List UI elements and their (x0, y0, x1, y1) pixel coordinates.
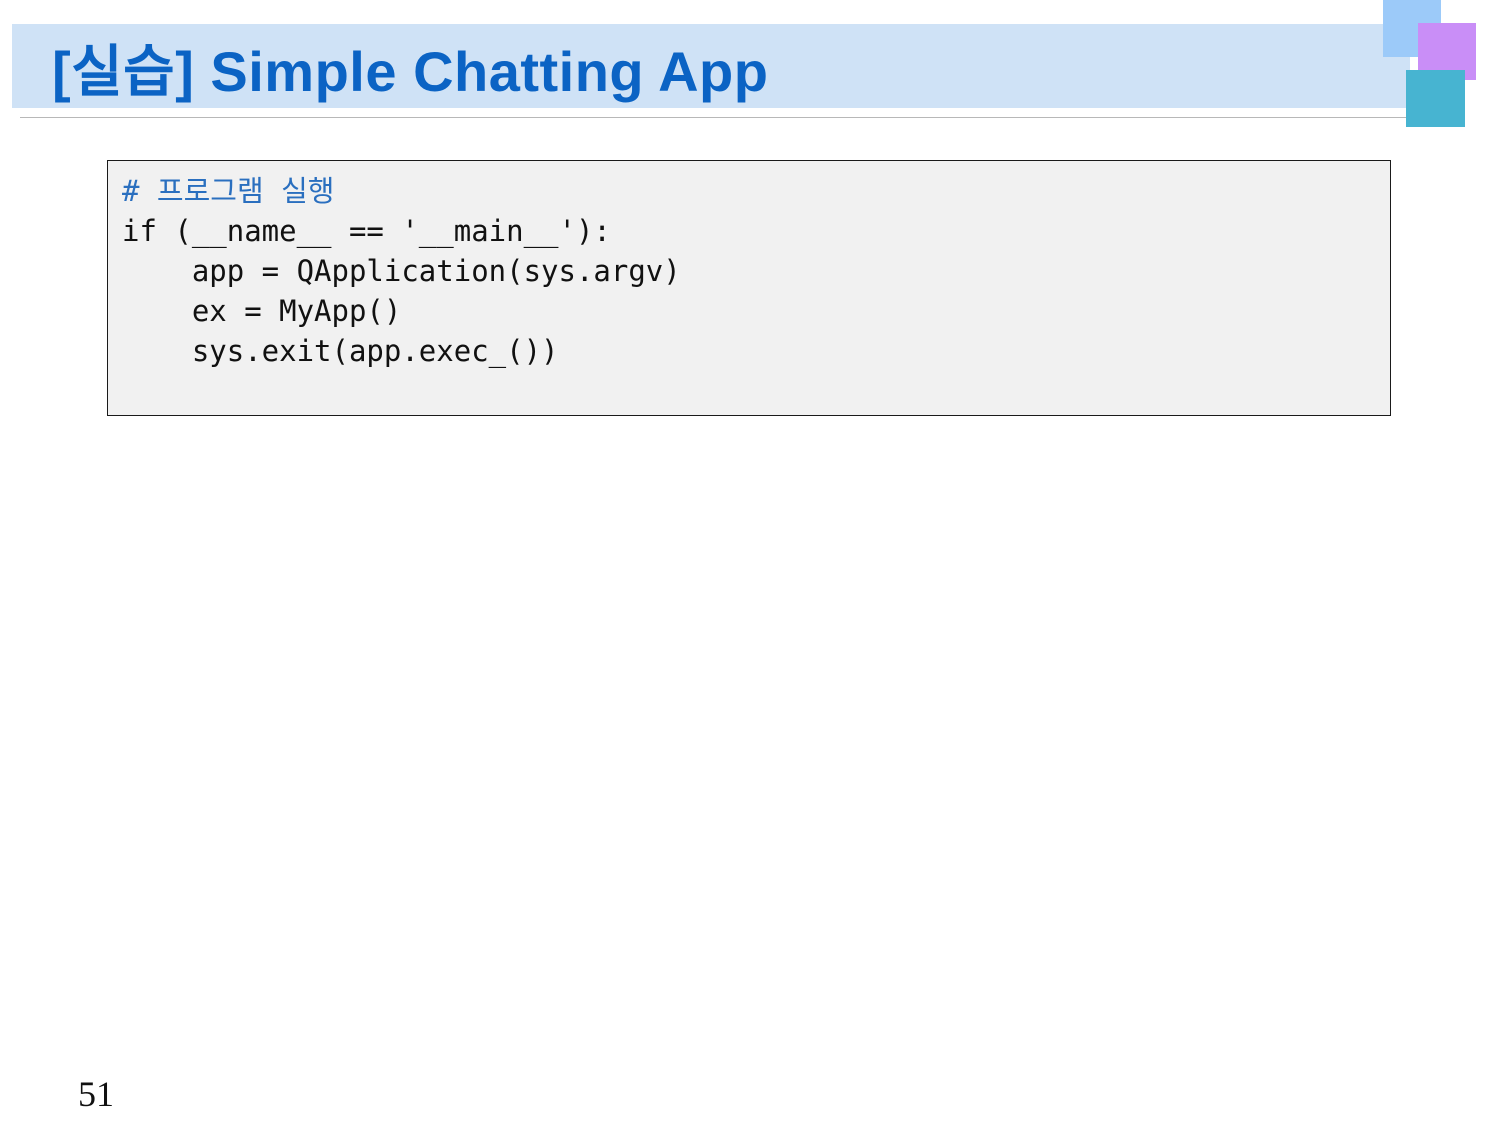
code-line: ex = MyApp() (122, 294, 402, 328)
code-line: if (__name__ == '__main__'): (122, 214, 611, 248)
code-line: app = QApplication(sys.argv) (122, 254, 681, 288)
code-block: # 프로그램 실행 if (__name__ == '__main__'): a… (107, 160, 1391, 416)
code-comment-line: # 프로그램 실행 (122, 174, 335, 208)
code-line: sys.exit(app.exec_()) (122, 334, 559, 368)
page-number: 51 (78, 1074, 114, 1114)
title-divider (20, 117, 1410, 118)
decorative-square-teal (1406, 70, 1465, 127)
slide-title: [실습] Simple Chatting App (52, 40, 769, 103)
